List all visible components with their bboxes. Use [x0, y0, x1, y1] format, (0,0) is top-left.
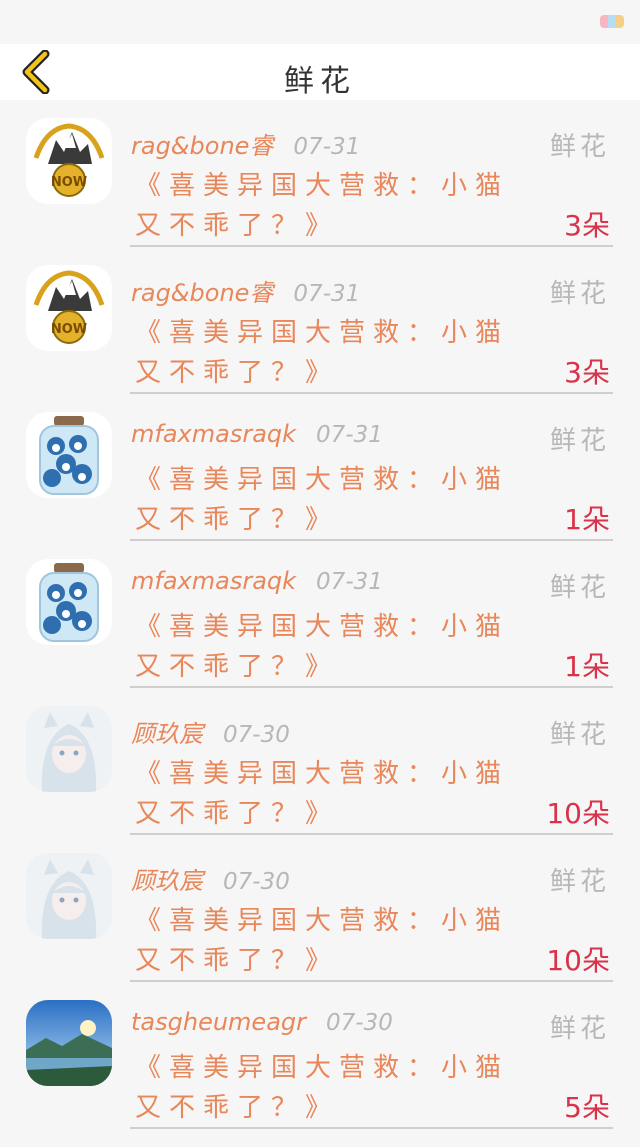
gift-type: 鲜花	[549, 573, 610, 603]
sender-name-text: 顾玖宸	[131, 867, 203, 895]
anime-girl-icon	[26, 853, 112, 939]
gift-type: 鲜花	[549, 1014, 610, 1044]
gift-type: 鲜花	[549, 132, 610, 162]
book-title[interactable]: 《喜美异国大营救：小猫又不乖了？》	[135, 1048, 535, 1128]
avatar[interactable]: NOW	[26, 118, 112, 204]
sender-name[interactable]: tasgheumeagr 07-30	[131, 1008, 393, 1036]
row-divider	[130, 392, 613, 394]
gift-date: 07-31	[316, 569, 383, 595]
gift-count: 3朵	[564, 356, 610, 389]
gift-date: 07-31	[293, 281, 361, 307]
avatar[interactable]	[26, 1000, 112, 1086]
svg-text:NOW: NOW	[51, 175, 87, 190]
row-divider	[130, 539, 613, 541]
gift-type: 鲜花	[549, 426, 610, 456]
gift-row[interactable]: NOW rag&bone睿 07-31 鲜花 《喜美异国大营救：小猫又不乖了？》 …	[0, 118, 640, 265]
gift-row[interactable]: 顾玖宸 07-30 鲜花 《喜美异国大营救：小猫又不乖了？》 10朵	[0, 706, 640, 853]
row-divider	[130, 980, 613, 982]
gift-type: 鲜花	[549, 720, 610, 750]
avatar[interactable]	[26, 559, 112, 645]
avatar[interactable]: NOW	[26, 265, 112, 351]
avatar[interactable]	[26, 412, 112, 498]
gift-date: 07-30	[223, 869, 290, 895]
gift-count: 5朵	[564, 1091, 610, 1124]
sender-name-text: rag&bone睿	[131, 279, 274, 307]
jar-icon	[26, 412, 112, 498]
sender-name[interactable]: 顾玖宸 07-30	[131, 714, 290, 749]
gift-count: 1朵	[564, 650, 610, 683]
jar-icon	[26, 559, 112, 645]
sender-name[interactable]: 顾玖宸 07-30	[131, 861, 290, 896]
gift-row[interactable]: mfaxmasraqk 07-31 鲜花 《喜美异国大营救：小猫又不乖了？》 1朵	[0, 412, 640, 559]
sender-name-text: tasgheumeagr	[131, 1008, 306, 1036]
gift-count: 1朵	[564, 503, 610, 536]
gift-date: 07-31	[293, 134, 361, 160]
book-title[interactable]: 《喜美异国大营救：小猫又不乖了？》	[135, 460, 535, 540]
battery-icon	[600, 15, 624, 28]
gift-list: NOW rag&bone睿 07-31 鲜花 《喜美异国大营救：小猫又不乖了？》 …	[0, 118, 640, 1147]
landscape-icon	[26, 1000, 112, 1086]
sender-name-text: 顾玖宸	[131, 720, 203, 748]
wolf-logo-icon: NOW	[26, 118, 112, 204]
nav-bar: 鲜花	[0, 44, 640, 100]
gift-type: 鲜花	[549, 279, 610, 309]
gift-type: 鲜花	[549, 867, 610, 897]
row-divider	[130, 686, 613, 688]
gift-row[interactable]: 顾玖宸 07-30 鲜花 《喜美异国大营救：小猫又不乖了？》 10朵	[0, 853, 640, 1000]
gift-count: 3朵	[564, 209, 610, 242]
gift-row[interactable]: mfaxmasraqk 07-31 鲜花 《喜美异国大营救：小猫又不乖了？》 1朵	[0, 559, 640, 706]
gift-count: 10朵	[546, 797, 610, 830]
sender-name[interactable]: mfaxmasraqk 07-31	[131, 567, 383, 595]
page-title: 鲜花	[284, 64, 356, 99]
sender-name-text: rag&bone睿	[131, 132, 274, 160]
gift-date: 07-31	[316, 422, 383, 448]
avatar[interactable]	[26, 853, 112, 939]
sender-name[interactable]: rag&bone睿 07-31	[131, 273, 360, 308]
book-title[interactable]: 《喜美异国大营救：小猫又不乖了？》	[135, 313, 535, 393]
sender-name-text: mfaxmasraqk	[131, 420, 297, 448]
gift-date: 07-30	[223, 722, 290, 748]
gift-row[interactable]: tasgheumeagr 07-30 鲜花 《喜美异国大营救：小猫又不乖了？》 5…	[0, 1000, 640, 1147]
book-title[interactable]: 《喜美异国大营救：小猫又不乖了？》	[135, 901, 535, 981]
wolf-logo-icon: NOW	[26, 265, 112, 351]
gift-count: 10朵	[546, 944, 610, 977]
book-title[interactable]: 《喜美异国大营救：小猫又不乖了？》	[135, 754, 535, 834]
book-title[interactable]: 《喜美异国大营救：小猫又不乖了？》	[135, 166, 535, 246]
book-title[interactable]: 《喜美异国大营救：小猫又不乖了？》	[135, 607, 535, 687]
anime-girl-icon	[26, 706, 112, 792]
row-divider	[130, 833, 613, 835]
sender-name-text: mfaxmasraqk	[131, 567, 297, 595]
gift-row[interactable]: NOW rag&bone睿 07-31 鲜花 《喜美异国大营救：小猫又不乖了？》 …	[0, 265, 640, 412]
sender-name[interactable]: mfaxmasraqk 07-31	[131, 420, 383, 448]
avatar[interactable]	[26, 706, 112, 792]
sender-name[interactable]: rag&bone睿 07-31	[131, 126, 360, 161]
row-divider	[130, 245, 613, 247]
status-bar	[0, 0, 640, 44]
gift-date: 07-30	[326, 1010, 393, 1036]
svg-text:NOW: NOW	[51, 322, 87, 337]
row-divider	[130, 1127, 613, 1129]
